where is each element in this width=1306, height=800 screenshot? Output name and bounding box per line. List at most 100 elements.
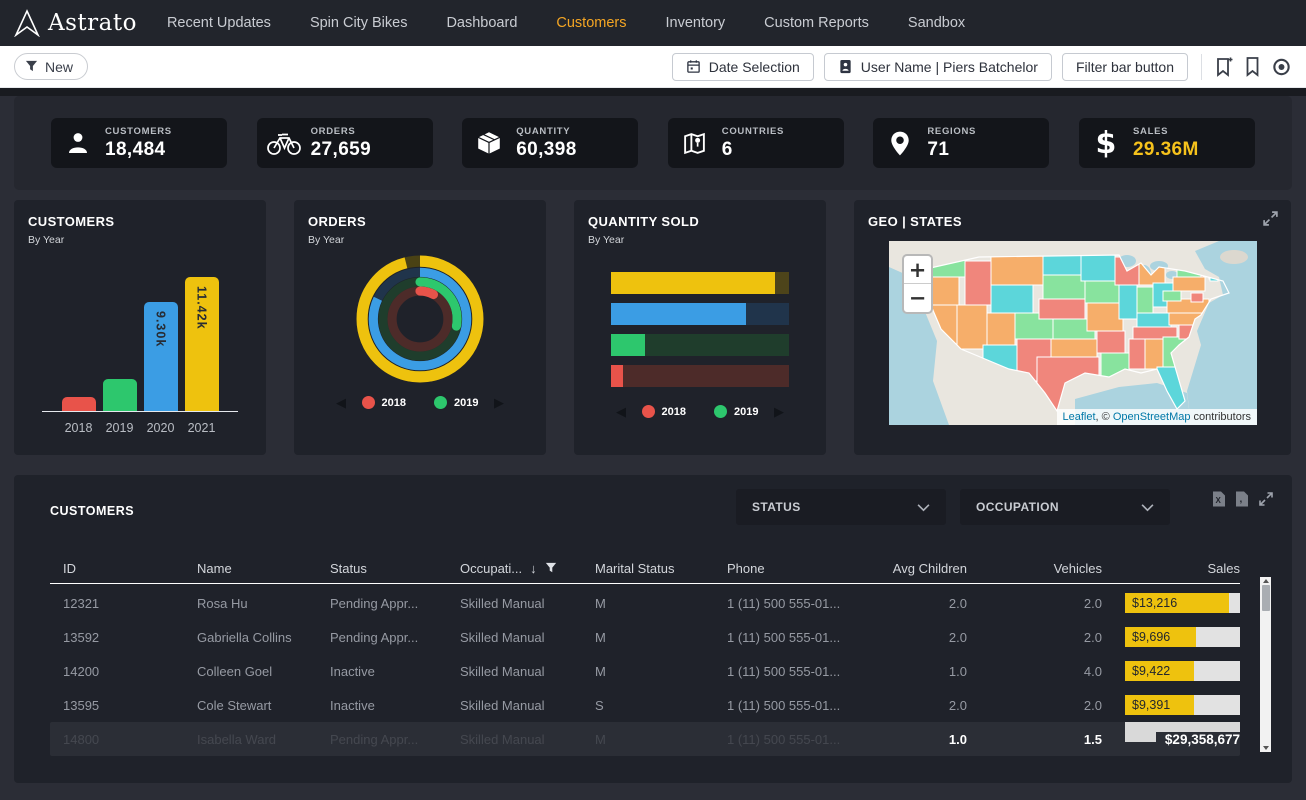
leaflet-link[interactable]: Leaflet bbox=[1063, 411, 1096, 423]
hbar-2019[interactable] bbox=[611, 334, 789, 356]
sales-bar-cell: $13,216 bbox=[1102, 593, 1240, 613]
nav-item-recent-updates[interactable]: Recent Updates bbox=[167, 15, 271, 31]
hbar-2021[interactable] bbox=[611, 272, 789, 294]
orders-donut-chart[interactable] bbox=[308, 254, 532, 384]
totals-sales: $29,358,677 bbox=[1102, 732, 1240, 747]
status-filter-dropdown[interactable]: STATUS bbox=[736, 489, 946, 525]
bar-value-label: 11.42k bbox=[195, 286, 209, 330]
legend-item-2018[interactable]: 2018 bbox=[362, 396, 406, 409]
table-row[interactable]: 14200 Colleen Goel Inactive Skilled Manu… bbox=[50, 654, 1240, 688]
kpi-countries: COUNTRIES 6 bbox=[668, 118, 844, 168]
bookmark-add-icon[interactable] bbox=[1215, 56, 1234, 77]
bookmark-icon[interactable] bbox=[1244, 56, 1261, 77]
map-icon bbox=[668, 131, 722, 156]
calendar-icon bbox=[686, 59, 701, 74]
kpi-label: SALES bbox=[1133, 126, 1199, 137]
header-shadow-strip bbox=[0, 88, 1306, 96]
red-dot-icon bbox=[362, 396, 375, 409]
customers-table-panel: CUSTOMERS STATUS OCCUPATION X bbox=[14, 475, 1292, 783]
scrollbar-thumb[interactable] bbox=[1262, 585, 1270, 611]
col-header-phone[interactable]: Phone bbox=[727, 561, 840, 576]
astrato-logo[interactable]: Astrato bbox=[14, 9, 137, 37]
nav-item-custom-reports[interactable]: Custom Reports bbox=[764, 15, 869, 31]
bar-2019[interactable] bbox=[103, 379, 137, 411]
customers-bar-chart[interactable]: 9.30k 11.42k bbox=[42, 264, 238, 412]
eye-icon[interactable] bbox=[1271, 58, 1292, 76]
nav-item-sandbox[interactable]: Sandbox bbox=[908, 15, 965, 31]
customers-table: ID Name Status Occupati... ↓ Marital Sta… bbox=[50, 553, 1240, 583]
kpi-label: REGIONS bbox=[927, 126, 976, 137]
chevron-down-icon bbox=[1141, 503, 1154, 512]
chart-title: ORDERS bbox=[308, 214, 532, 229]
kpi-label: CUSTOMERS bbox=[105, 126, 172, 137]
us-states-map[interactable]: + − bbox=[889, 241, 1257, 425]
x-axis-labels: 2018 2019 2020 2021 bbox=[28, 421, 252, 435]
legend-prev-icon[interactable]: ◀ bbox=[336, 396, 346, 409]
scroll-up-icon[interactable] bbox=[1263, 579, 1269, 583]
sales-bar-cell: $9,422 bbox=[1102, 661, 1240, 681]
bar-2020[interactable]: 9.30k bbox=[144, 302, 178, 411]
expand-icon[interactable] bbox=[1258, 491, 1274, 507]
occupation-filter-dropdown[interactable]: OCCUPATION bbox=[960, 489, 1170, 525]
zoom-in-button[interactable]: + bbox=[904, 256, 931, 284]
chart-title: CUSTOMERS bbox=[28, 214, 252, 229]
bar-value-label: 9.30k bbox=[154, 311, 168, 347]
table-row[interactable]: 13595 Cole Stewart Inactive Skilled Manu… bbox=[50, 688, 1240, 722]
user-name-button[interactable]: User Name | Piers Batchelor bbox=[824, 53, 1052, 81]
bar-2021[interactable]: 11.42k bbox=[185, 277, 219, 411]
top-nav: Astrato Recent Updates Spin City Bikes D… bbox=[0, 0, 1306, 46]
col-header-name[interactable]: Name bbox=[197, 561, 330, 576]
col-header-occupation[interactable]: Occupati... ↓ bbox=[460, 561, 595, 576]
export-csv-icon[interactable]: , bbox=[1235, 491, 1249, 507]
new-filter-button[interactable]: New bbox=[14, 53, 88, 80]
nav-item-dashboard[interactable]: Dashboard bbox=[446, 15, 517, 31]
legend-item-2019[interactable]: 2019 bbox=[434, 396, 478, 409]
kpi-value: 27,659 bbox=[311, 139, 372, 161]
col-header-sales[interactable]: Sales bbox=[1102, 561, 1240, 576]
zoom-out-button[interactable]: − bbox=[904, 284, 931, 312]
date-selection-button[interactable]: Date Selection bbox=[672, 53, 814, 81]
person-icon bbox=[51, 131, 105, 155]
kpi-sales: $ SALES 29.36M bbox=[1079, 118, 1255, 168]
col-header-vehicles[interactable]: Vehicles bbox=[967, 561, 1102, 576]
table-scrollbar[interactable] bbox=[1260, 577, 1271, 752]
legend-item-2018[interactable]: 2018 bbox=[642, 405, 686, 418]
hbar-2020[interactable] bbox=[611, 303, 789, 325]
filter-bar-button[interactable]: Filter bar button bbox=[1062, 53, 1188, 81]
legend-prev-icon[interactable]: ◀ bbox=[616, 405, 626, 418]
bar-2018[interactable] bbox=[62, 397, 96, 411]
expand-icon[interactable] bbox=[1262, 210, 1279, 227]
nav-items: Recent Updates Spin City Bikes Dashboard… bbox=[167, 15, 965, 31]
column-filter-icon[interactable] bbox=[545, 562, 557, 574]
nav-item-customers[interactable]: Customers bbox=[556, 15, 626, 31]
sort-desc-icon[interactable]: ↓ bbox=[530, 561, 537, 576]
nav-item-inventory[interactable]: Inventory bbox=[666, 15, 726, 31]
scroll-down-icon[interactable] bbox=[1263, 746, 1269, 750]
toolbar-divider bbox=[1201, 54, 1202, 80]
map-zoom-control: + − bbox=[902, 254, 933, 314]
col-header-status[interactable]: Status bbox=[330, 561, 460, 576]
col-header-id[interactable]: ID bbox=[50, 561, 197, 576]
logo-text: Astrato bbox=[48, 10, 137, 36]
green-dot-icon bbox=[714, 405, 727, 418]
legend-next-icon[interactable]: ▶ bbox=[494, 396, 504, 409]
col-header-avg-children[interactable]: Avg Children bbox=[840, 561, 967, 576]
red-dot-icon bbox=[642, 405, 655, 418]
legend-next-icon[interactable]: ▶ bbox=[774, 405, 784, 418]
kpi-label: COUNTRIES bbox=[722, 126, 784, 137]
osm-link[interactable]: OpenStreetMap bbox=[1113, 411, 1191, 423]
legend-item-2019[interactable]: 2019 bbox=[714, 405, 758, 418]
quantity-bar-chart[interactable] bbox=[611, 272, 789, 387]
col-header-marital[interactable]: Marital Status bbox=[595, 561, 727, 576]
map-attribution: Leaflet, © OpenStreetMap contributors bbox=[1057, 409, 1258, 425]
export-excel-icon[interactable]: X bbox=[1212, 491, 1226, 507]
nav-item-spin-city-bikes[interactable]: Spin City Bikes bbox=[310, 15, 408, 31]
table-row[interactable]: 12321 Rosa Hu Pending Appr... Skilled Ma… bbox=[50, 586, 1240, 620]
geo-states-panel: GEO | STATES + − bbox=[854, 200, 1291, 455]
kpi-value: 71 bbox=[927, 139, 976, 161]
hbar-2018[interactable] bbox=[611, 365, 789, 387]
header-divider bbox=[50, 583, 1240, 584]
funnel-icon bbox=[25, 60, 38, 73]
pin-icon bbox=[873, 130, 927, 157]
table-row[interactable]: 13592 Gabriella Collins Pending Appr... … bbox=[50, 620, 1240, 654]
